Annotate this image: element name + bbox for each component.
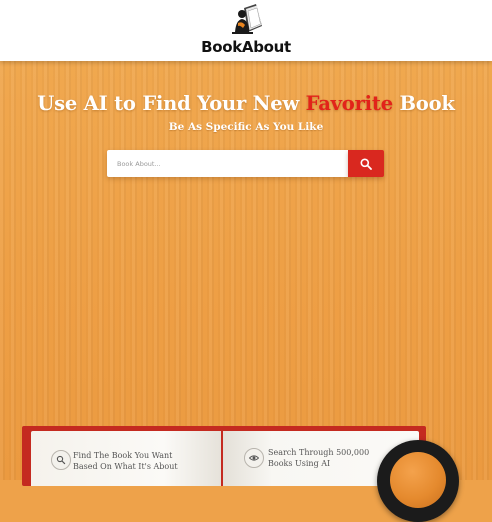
reader-logo-icon[interactable] bbox=[226, 2, 266, 38]
feature-line: Search Through 500,000 bbox=[268, 448, 370, 457]
magnifying-glass-lens bbox=[390, 452, 446, 508]
eye-icon bbox=[244, 448, 264, 468]
search-icon bbox=[51, 450, 71, 470]
search-button[interactable] bbox=[348, 150, 384, 177]
search-input[interactable] bbox=[107, 150, 348, 177]
feature-line: Find The Book You Want bbox=[73, 451, 173, 460]
headline-accent-word: Favorite bbox=[305, 92, 393, 115]
feature-line: Books Using AI bbox=[268, 458, 331, 468]
feature-search-through: Search Through 500,000 Books Using AI bbox=[268, 448, 369, 469]
feature-line: Based On What It's About bbox=[73, 461, 178, 471]
headline-part: Book bbox=[392, 92, 455, 115]
hero-subheadline: Be As Specific As You Like bbox=[168, 121, 324, 133]
brand-name[interactable]: BookAbout bbox=[0, 38, 492, 56]
search-icon bbox=[360, 158, 372, 170]
site-header: BookAbout bbox=[0, 0, 492, 61]
feature-find-book: Find The Book You Want Based On What It'… bbox=[73, 451, 178, 472]
headline-part: Use AI to Find Your New bbox=[37, 92, 306, 115]
hero-headline: Use AI to Find Your New Favorite Book bbox=[0, 92, 492, 115]
